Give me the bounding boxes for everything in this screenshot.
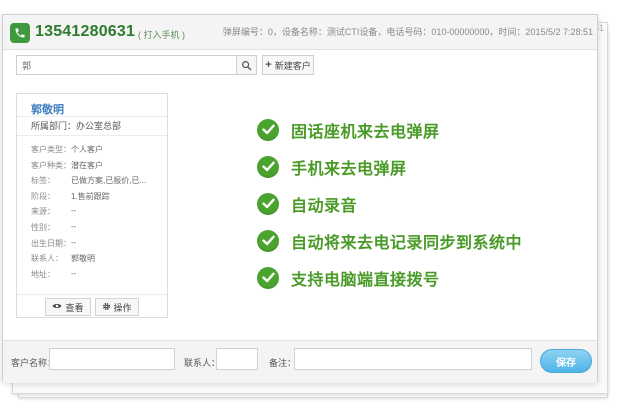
customer-fields: 客户类型： 个人客户 客户种类： 潜在客户 标签： 已做方案,已报价,已... 阶段：… [31,144,163,284]
new-customer-button[interactable]: + 新建客户 [262,55,314,75]
department-value: 办公室总部 [76,121,122,131]
feature-text: 自动录音 [291,197,358,215]
action-label: 操作 [113,302,132,313]
contact-field[interactable] [216,348,258,370]
quick-customer-form: 客户名称： 联系人： 备注： [3,340,597,383]
customer-card: 郭敬明 所属部门：办公室总部 客户类型： 个人客户 客户种类： 潜在客户 标签： 已做… [16,93,168,318]
popup-stack: 51 2:51 13541280631 ( 打入手机 ) 弹屏编号：0，设备名称… [0,0,617,409]
field-value: 已做方案,已报价,已... [71,176,147,186]
search-icon[interactable] [236,56,256,74]
check-icon [257,118,279,141]
field-value: -- [71,237,77,247]
field-row: 出生日期： -- [31,238,163,254]
action-button[interactable]: 操作 [94,298,139,316]
field-row: 地址： -- [31,269,163,285]
eye-icon [52,302,62,312]
department-label: 所属部门： [31,121,77,131]
feature-item: 手机来去电弹屏 [257,148,522,185]
call-mode: ( 打入手机 ) [138,30,185,40]
field-value: 潜在客户 [71,160,103,170]
plus-icon: + [265,59,272,71]
note-label: 备注： [269,358,297,368]
save-button[interactable]: 保存 [540,349,592,373]
check-icon [257,155,279,178]
feature-text: 支持电脑端直接拨号 [291,271,440,289]
call-popup-window: 13541280631 ( 打入手机 ) 弹屏编号：0，设备名称：测试CTI设备… [2,14,598,383]
call-info: 弹屏编号：0，设备名称：测试CTI设备，电话号码：010-00000000，时间… [222,27,593,37]
customer-name-field[interactable] [49,348,175,370]
caller-number: 13541280631 [35,23,136,40]
field-row: 联系人： 郭敬明 [31,253,163,269]
field-row: 客户种类： 潜在客户 [31,160,163,176]
field-key: 阶段： [31,191,55,201]
popup-header: 13541280631 ( 打入手机 ) 弹屏编号：0，设备名称：测试CTI设备… [3,15,597,50]
field-key: 地址： [31,269,55,279]
field-value: 郭敬明 [71,254,95,264]
field-key: 性别： [31,222,55,232]
note-field[interactable] [294,348,532,370]
field-row: 阶段： 1.售前跟踪 [31,191,163,207]
field-row: 性别： -- [31,222,163,238]
field-value: -- [71,268,77,278]
feature-text: 手机来去电弹屏 [291,160,407,178]
check-icon [257,229,279,252]
field-value: 个人客户 [71,145,103,154]
field-key: 客户类型： [31,145,71,154]
field-value: -- [71,221,77,231]
new-customer-label: 新建客户 [274,60,311,71]
feature-item: 支持电脑端直接拨号 [257,259,522,296]
contact-label: 联系人： [184,358,221,368]
feature-text: 自动将来去电记录同步到系统中 [291,234,523,252]
field-key: 客户种类： [31,160,71,170]
search-input[interactable] [17,56,235,75]
feature-item: 自动录音 [257,185,522,222]
gear-icon [102,302,111,313]
check-icon [257,266,279,289]
field-value: 1.售前跟踪 [71,191,110,201]
field-key: 标签： [31,176,55,186]
field-key: 来源： [31,207,55,217]
field-key: 出生日期： [31,238,71,248]
view-button[interactable]: 查看 [45,298,91,316]
view-label: 查看 [65,302,84,313]
feature-list: 固话座机来去电弹屏 手机来去电弹屏 自动录音 自动将来去电记录同步到系统中 支持… [257,111,522,296]
field-key: 联系人： [31,254,63,264]
field-row: 标签： 已做方案,已报价,已... [31,175,163,191]
field-value: -- [71,206,77,216]
field-row: 来源： -- [31,206,163,222]
customer-name[interactable]: 郭敬明 [31,101,64,117]
customer-search [16,55,257,75]
field-row: 客户类型： 个人客户 [31,144,163,160]
check-icon [257,192,279,215]
phone-icon[interactable] [10,23,30,43]
feature-text: 固话座机来去电弹屏 [291,123,440,141]
customer-department: 所属部门：办公室总部 [17,116,167,136]
feature-item: 自动将来去电记录同步到系统中 [257,222,522,259]
card-actions: 查看 操作 [17,294,167,319]
feature-item: 固话座机来去电弹屏 [257,111,522,148]
